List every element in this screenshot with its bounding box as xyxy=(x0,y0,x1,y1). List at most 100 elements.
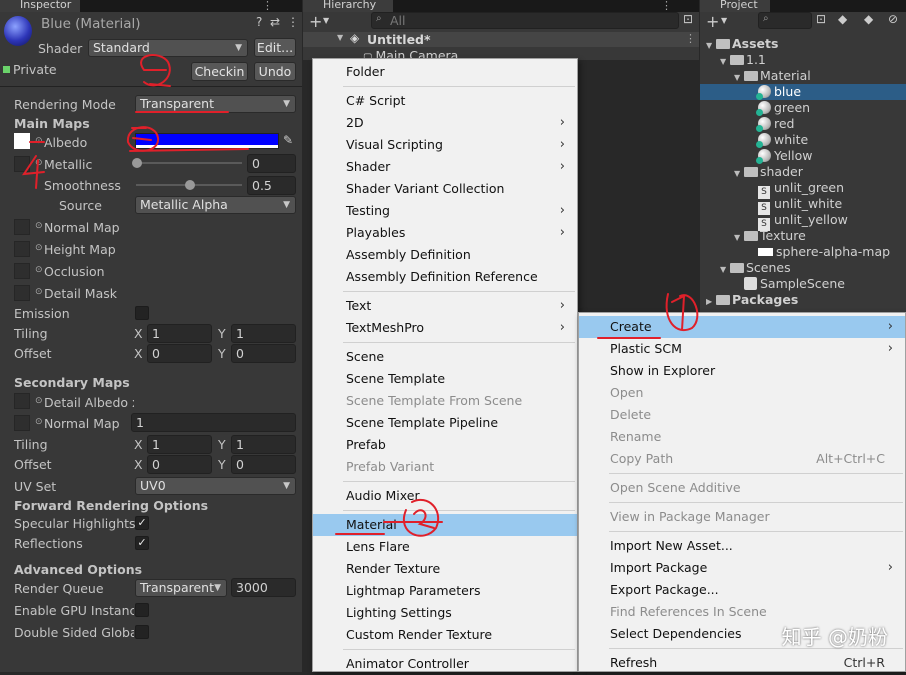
project-tree-item[interactable]: ▼ Texture xyxy=(700,228,906,244)
gpu-instancing-checkbox[interactable] xyxy=(135,603,149,617)
offset-x-field[interactable]: 0 xyxy=(147,344,212,363)
menu-item-shader-variant-collection[interactable]: Shader Variant Collection xyxy=(313,178,577,200)
menu-item-copy-path[interactable]: Copy Path Alt+Ctrl+C xyxy=(579,448,905,470)
source-dropdown[interactable]: Metallic Alpha ▼ xyxy=(135,196,296,214)
metallic-value-field[interactable]: 0 xyxy=(247,154,296,173)
menu-item-render-texture[interactable]: Render Texture xyxy=(313,558,577,580)
menu-item-assembly-definition[interactable]: Assembly Definition xyxy=(313,244,577,266)
undo-button[interactable]: Undo xyxy=(254,62,296,81)
menu-item-lens-flare[interactable]: Lens Flare xyxy=(313,536,577,558)
smoothness-slider-thumb[interactable] xyxy=(185,180,195,190)
project-tree-item[interactable]: ▼ 1.1 xyxy=(700,52,906,68)
menu-item-prefab[interactable]: Prefab xyxy=(313,434,577,456)
menu-item-audio-mixer[interactable]: Audio Mixer xyxy=(313,485,577,507)
reflections-checkbox[interactable]: ✓ xyxy=(135,536,149,550)
object-picker-icon[interactable]: ⊙ xyxy=(35,287,43,297)
project-tree-item[interactable]: sphere-alpha-map xyxy=(700,244,906,260)
more-icon[interactable]: ⋮ xyxy=(661,0,672,12)
hidden-packages-icon[interactable]: ⊘ xyxy=(888,12,898,26)
menu-item-scene[interactable]: Scene xyxy=(313,346,577,368)
tiling-x-field[interactable]: 1 xyxy=(147,324,212,343)
tab-hierarchy[interactable]: Hierarchy xyxy=(303,0,393,12)
search-by-type-icon[interactable]: ⊡ xyxy=(816,12,826,26)
tiling-y-field[interactable]: 1 xyxy=(231,324,296,343)
metallic-slider-track[interactable] xyxy=(136,162,242,164)
object-picker-icon[interactable]: ⊙ xyxy=(35,265,43,275)
project-tree-item[interactable]: Yellow xyxy=(700,148,906,164)
menu-item-textmeshpro[interactable]: TextMeshPro › xyxy=(313,317,577,339)
offset-y-field[interactable]: 0 xyxy=(231,344,296,363)
menu-item-scene-template-pipeline[interactable]: Scene Template Pipeline xyxy=(313,412,577,434)
object-picker-icon[interactable]: ⊙ xyxy=(35,396,43,406)
metallic-texture-slot[interactable] xyxy=(14,156,30,172)
menu-item-playables[interactable]: Playables › xyxy=(313,222,577,244)
project-tree-item[interactable]: green xyxy=(700,100,906,116)
favorite-icon[interactable]: ◆ xyxy=(864,12,873,26)
menu-item-folder[interactable]: Folder xyxy=(313,61,577,83)
menu-item-plastic-scm[interactable]: Plastic SCM › xyxy=(579,338,905,360)
menu-item-custom-render-texture[interactable]: Custom Render Texture xyxy=(313,624,577,646)
normal-map-slot[interactable] xyxy=(14,219,30,235)
uv-set-dropdown[interactable]: UV0 ▼ xyxy=(135,477,296,495)
settings-icon[interactable]: ⇄ xyxy=(270,15,280,29)
menu-item-import-new-asset[interactable]: Import New Asset... xyxy=(579,535,905,557)
object-picker-icon[interactable]: ⊙ xyxy=(35,221,43,231)
scene-header-row[interactable]: ▼ ◈ Untitled* ⋮ xyxy=(303,31,699,47)
help-icon[interactable]: ? xyxy=(256,15,262,29)
object-picker-icon[interactable]: ⊙ xyxy=(35,158,43,168)
edit-shader-button[interactable]: Edit... xyxy=(254,38,296,57)
project-tree-item[interactable]: Sunlit_green xyxy=(700,180,906,199)
height-map-slot[interactable] xyxy=(14,241,30,257)
detail-albedo-slot[interactable] xyxy=(14,393,30,409)
smoothness-value-field[interactable]: 0.5 xyxy=(247,176,296,195)
menu-item-lighting-settings[interactable]: Lighting Settings xyxy=(313,602,577,624)
secondary-normal-map-slot[interactable] xyxy=(14,415,30,431)
project-tree-item[interactable]: ▼ Scenes xyxy=(700,260,906,276)
secondary-normal-scale-field[interactable]: 1 xyxy=(131,413,296,432)
albedo-color-field[interactable] xyxy=(135,133,279,149)
detail-mask-slot[interactable] xyxy=(14,285,30,301)
shader-dropdown[interactable]: Standard ▼ xyxy=(88,39,248,57)
menu-item-create[interactable]: Create › xyxy=(579,316,905,338)
menu-item-refresh[interactable]: Refresh Ctrl+R xyxy=(579,652,905,674)
checkin-button[interactable]: Checkin xyxy=(191,62,248,81)
add-icon[interactable]: + xyxy=(309,12,322,31)
menu-item-find-references-in-scene[interactable]: Find References In Scene xyxy=(579,601,905,623)
menu-item-scene-template[interactable]: Scene Template xyxy=(313,368,577,390)
menu-item-prefab-variant[interactable]: Prefab Variant xyxy=(313,456,577,478)
project-tree-item[interactable]: SampleScene xyxy=(700,276,906,292)
project-tree-item[interactable]: ▶ Packages xyxy=(700,292,906,308)
object-picker-icon[interactable]: ⊙ xyxy=(35,243,43,253)
menu-item-delete[interactable]: Delete xyxy=(579,404,905,426)
menu-item-testing[interactable]: Testing › xyxy=(313,200,577,222)
search-filter-icon[interactable]: ⊡ xyxy=(683,12,693,26)
menu-item-shader[interactable]: Shader › xyxy=(313,156,577,178)
emission-checkbox[interactable] xyxy=(135,306,149,320)
menu-item-import-package[interactable]: Import Package › xyxy=(579,557,905,579)
albedo-texture-slot[interactable] xyxy=(14,133,30,149)
menu-item-rename[interactable]: Rename xyxy=(579,426,905,448)
menu-icon[interactable]: ⋮ xyxy=(287,15,299,29)
occlusion-slot[interactable] xyxy=(14,263,30,279)
render-queue-value-field[interactable]: 3000 xyxy=(231,578,296,597)
more-icon[interactable]: ⋮ xyxy=(262,0,273,12)
sec-offset-x-field[interactable]: 0 xyxy=(147,455,212,474)
menu-item-lightmap-parameters[interactable]: Lightmap Parameters xyxy=(313,580,577,602)
sec-tiling-x-field[interactable]: 1 xyxy=(147,435,212,454)
chevron-down-icon[interactable]: ▼ xyxy=(721,16,727,25)
menu-item-c-script[interactable]: C# Script xyxy=(313,90,577,112)
project-tree-item[interactable]: Sunlit_white xyxy=(700,196,906,215)
eyedropper-icon[interactable]: ✎ xyxy=(283,133,293,147)
menu-item-scene-template-from-scene[interactable]: Scene Template From Scene xyxy=(313,390,577,412)
specular-highlights-checkbox[interactable]: ✓ xyxy=(135,516,149,530)
project-tree-item[interactable]: white xyxy=(700,132,906,148)
tab-inspector[interactable]: Inspector xyxy=(0,0,80,12)
menu-item-show-in-explorer[interactable]: Show in Explorer xyxy=(579,360,905,382)
menu-item-text[interactable]: Text › xyxy=(313,295,577,317)
chevron-down-icon[interactable]: ▼ xyxy=(323,16,329,25)
add-icon[interactable]: + xyxy=(706,12,719,31)
menu-item-visual-scripting[interactable]: Visual Scripting › xyxy=(313,134,577,156)
menu-item-open[interactable]: Open xyxy=(579,382,905,404)
double-sided-gi-checkbox[interactable] xyxy=(135,625,149,639)
sec-offset-y-field[interactable]: 0 xyxy=(231,455,296,474)
